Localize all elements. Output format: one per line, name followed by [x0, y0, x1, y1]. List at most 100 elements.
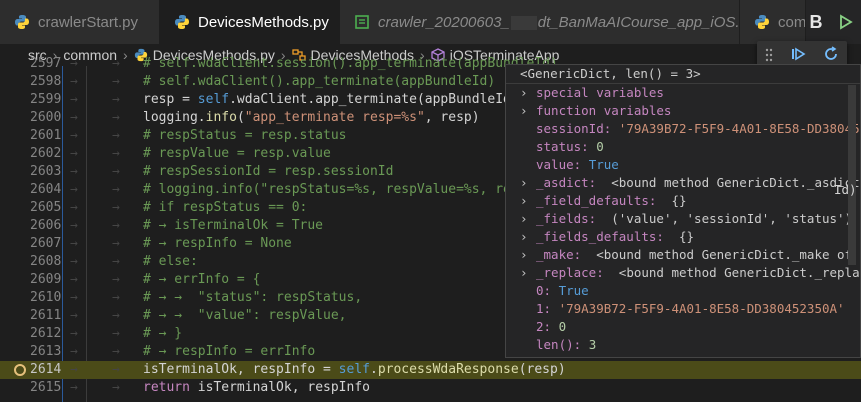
variable-value: <bound method GenericDict._replace	[611, 265, 861, 280]
breakpoint-icon[interactable]	[14, 364, 26, 376]
variable-row[interactable]: status: 0	[506, 138, 860, 156]
variable-value: {}	[663, 193, 687, 208]
whitespace-marker: →	[70, 110, 78, 125]
tab-label: crawlerStart.py	[38, 13, 139, 31]
variable-row[interactable]: 2: 0	[506, 318, 860, 336]
tab-comn[interactable]: comn	[740, 0, 806, 44]
code-text: # if respStatus == 0:	[143, 199, 307, 217]
chevron-right-icon[interactable]: ›	[520, 174, 528, 192]
code-token: .	[369, 362, 378, 377]
variable-row[interactable]: › special variables	[506, 84, 860, 102]
chevron-right-icon[interactable]: ›	[520, 246, 528, 264]
chevron-right-icon[interactable]: ›	[520, 264, 528, 282]
python-icon	[15, 15, 29, 29]
variable-entry: value: True	[536, 156, 619, 174]
whitespace-marker: →	[70, 182, 78, 197]
code-token: , resp)	[424, 110, 480, 125]
line-number: 2608	[30, 254, 62, 269]
variable-entry: sessionId: '79A39B72-F5F9-4A01-8E58-DD38…	[536, 120, 860, 138]
tab-crawlerstart[interactable]: crawlerStart.py	[0, 0, 160, 44]
log-file-icon	[355, 15, 369, 29]
code-text: isTerminalOk, respInfo = self.processWda…	[143, 361, 566, 379]
code-text: return isTerminalOk, respInfo	[143, 379, 370, 397]
variable-row[interactable]: › _field_defaults: {}	[506, 192, 860, 210]
variable-row[interactable]: › function variables	[506, 102, 860, 120]
code-token: # self.wdaClient().app_terminate(appBund…	[143, 74, 496, 89]
code-text: # → respInfo = errInfo	[143, 343, 315, 361]
tab-label-part: crawler_20200603_	[378, 13, 510, 31]
whitespace-marker: →	[112, 164, 120, 179]
code-line[interactable]: 2615 → → return isTerminalOk, respInfo	[0, 379, 861, 397]
code-token: resp =	[143, 92, 198, 107]
whitespace-marker: →	[112, 56, 120, 71]
line-number: 2610	[30, 290, 62, 305]
b-button[interactable]: B	[801, 7, 831, 37]
variable-row[interactable]: › _make: <bound method GenericDict._make …	[506, 246, 860, 264]
line-number: 2600	[30, 110, 62, 125]
variable-row[interactable]: › _fields: ('value', 'sessionId', 'status…	[506, 210, 860, 228]
line-number: 2601	[30, 128, 62, 143]
variable-name: _make:	[536, 247, 589, 262]
whitespace-marker: →	[70, 218, 78, 233]
chevron-right-icon[interactable]: ›	[520, 192, 528, 210]
whitespace-marker: →	[112, 326, 120, 341]
code-token: # respStatus = resp.status	[143, 128, 347, 143]
hover-overflow-text: Id)	[834, 182, 857, 197]
line-number: 2602	[30, 146, 62, 161]
whitespace-marker: →	[112, 272, 120, 287]
whitespace-marker: →	[112, 146, 120, 161]
chevron-right-icon[interactable]: ›	[520, 84, 528, 102]
python-icon	[755, 15, 769, 29]
debug-hover-popup[interactable]: <GenericDict, len() = 3> › special variab…	[505, 64, 861, 358]
chevron-right-icon[interactable]: ›	[520, 102, 528, 120]
variable-value: 3	[588, 337, 597, 352]
whitespace-marker: →	[70, 272, 78, 287]
variable-row[interactable]: › _asdict: <bound method GenericDict._asd…	[506, 174, 860, 192]
code-token: isTerminalOk, respInfo	[189, 380, 370, 395]
variable-value: True	[558, 283, 589, 298]
code-token: # → errInfo = {	[143, 272, 261, 287]
whitespace-marker: →	[112, 92, 120, 107]
variable-row[interactable]: len(): 3	[506, 336, 860, 354]
line-number: 2606	[30, 218, 62, 233]
variable-entry: _field_defaults: {}	[536, 192, 687, 210]
variable-entry: 0: True	[536, 282, 589, 300]
line-number: 2614	[30, 362, 62, 377]
line-number: 2599	[30, 92, 62, 107]
whitespace-marker: →	[70, 254, 78, 269]
variable-entry: status: 0	[536, 138, 604, 156]
variable-row[interactable]: sessionId: '79A39B72-F5F9-4A01-8E58-DD38…	[506, 120, 860, 138]
variable-row[interactable]: value: True	[506, 156, 860, 174]
editor-actions: B	[801, 0, 861, 44]
line-number: 2611	[30, 308, 62, 323]
variable-row[interactable]: 1: '79A39B72-F5F9-4A01-8E58-DD380452350A…	[506, 300, 860, 318]
variable-row[interactable]: › _fields_defaults: {}	[506, 228, 860, 246]
variable-row[interactable]: 0: True	[506, 282, 860, 300]
variable-name: 2:	[536, 319, 559, 334]
code-text: # else:	[143, 253, 198, 271]
code-token: self	[197, 92, 230, 107]
current-line[interactable]: 2614 → → isTerminalOk, respInfo = self.proc…	[0, 361, 861, 379]
chevron-right-icon[interactable]: ›	[520, 210, 528, 228]
variable-name: _asdict:	[536, 175, 604, 190]
tab-label: crawler_20200603_ dt_BanMaAICourse_app_iO…	[378, 13, 740, 31]
whitespace-marker: →	[112, 218, 120, 233]
variable-row[interactable]: › _replace: <bound method GenericDict._re…	[506, 264, 860, 282]
tab-label: DevicesMethods.py	[198, 13, 329, 31]
code-token: isTerminalOk, respInfo =	[143, 362, 339, 377]
run-icon[interactable]	[831, 7, 861, 37]
scrollbar[interactable]	[848, 85, 856, 265]
line-number: 2612	[30, 326, 62, 341]
chevron-right-icon[interactable]: ›	[520, 228, 528, 246]
code-token: # → → "value": respValue,	[143, 308, 347, 323]
whitespace-marker: →	[112, 110, 120, 125]
tab-crawler-log[interactable]: crawler_20200603_ dt_BanMaAICourse_app_iO…	[340, 0, 740, 44]
line-number: 2597	[30, 56, 62, 71]
tab-devicesmethods[interactable]: DevicesMethods.py ✕	[160, 0, 340, 44]
variable-entry: function variables	[536, 102, 671, 120]
code-text: # → isTerminalOk = True	[143, 217, 323, 235]
variable-name: status:	[536, 139, 597, 154]
tab-label-part: dt_BanMaAICourse_app_iOS.log	[537, 13, 740, 31]
whitespace-marker: →	[70, 200, 78, 215]
code-text: # self.wdaClient.session().app_terminate…	[143, 55, 558, 73]
